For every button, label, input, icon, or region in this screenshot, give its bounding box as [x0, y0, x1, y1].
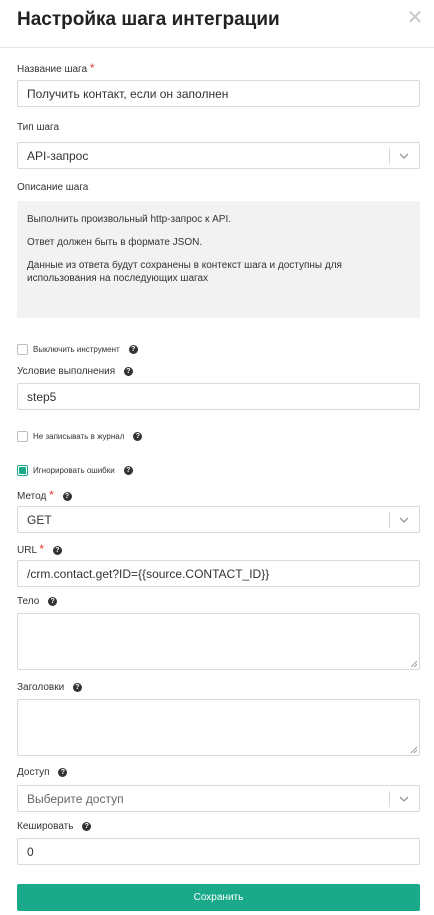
disable-tool-row: Выключить инструмент ?: [17, 344, 138, 355]
cache-value: 0: [27, 844, 34, 859]
dialog-header: Настройка шага интеграции ✕: [0, 0, 434, 48]
cache-label-text: Кешировать: [17, 821, 74, 832]
exec-condition-label-text: Условие выполнения: [17, 366, 116, 377]
help-icon[interactable]: ?: [58, 767, 68, 777]
step-type-label: Тип шага: [17, 122, 60, 133]
access-label: Доступ ?: [17, 767, 68, 778]
cache-input[interactable]: 0: [17, 838, 420, 865]
access-placeholder: Выберите доступ: [27, 791, 124, 806]
no-log-checkbox[interactable]: [17, 431, 28, 442]
chevron-down-icon: [399, 153, 409, 159]
step-type-select[interactable]: API-запрос: [17, 142, 420, 169]
url-label: URL * ?: [17, 542, 62, 556]
step-name-label-text: Название шага: [17, 64, 88, 75]
help-icon[interactable]: ?: [123, 366, 133, 376]
help-icon[interactable]: ?: [48, 596, 58, 606]
required-mark: *: [49, 488, 54, 502]
disable-tool-label: Выключить инструмент: [33, 345, 120, 354]
step-name-input[interactable]: Получить контакт, если он заполнен: [17, 80, 420, 107]
chevron-down-icon: [399, 796, 409, 802]
access-select[interactable]: Выберите доступ: [17, 785, 420, 812]
exec-condition-label: Условие выполнения ?: [17, 366, 133, 377]
body-textarea[interactable]: [17, 613, 420, 670]
save-button[interactable]: Сохранить: [17, 884, 420, 911]
access-label-text: Доступ: [17, 767, 50, 778]
help-icon[interactable]: ?: [52, 545, 62, 555]
url-value: /crm.contact.get?ID={{source.CONTACT_ID}…: [27, 566, 270, 581]
step-name-value: Получить контакт, если он заполнен: [27, 86, 229, 101]
chevron-down-icon: [399, 517, 409, 523]
dialog-title: Настройка шага интеграции: [17, 9, 280, 30]
resize-grip-icon[interactable]: [410, 660, 417, 667]
cache-label: Кешировать ?: [17, 821, 92, 832]
disable-tool-checkbox[interactable]: [17, 344, 28, 355]
headers-textarea[interactable]: [17, 699, 420, 756]
resize-grip-icon[interactable]: [410, 746, 417, 753]
required-mark: *: [89, 61, 95, 75]
step-description-box: Выполнить произвольный http-запрос к API…: [17, 201, 420, 318]
select-divider: [389, 512, 390, 528]
required-mark: *: [39, 542, 45, 556]
exec-condition-value: step5: [27, 389, 57, 404]
description-line: Выполнить произвольный http-запрос к API…: [27, 214, 232, 225]
help-icon[interactable]: ?: [72, 682, 82, 692]
ignore-errors-label: Игнорировать ошибки: [33, 466, 115, 475]
close-icon[interactable]: ✕: [405, 8, 425, 28]
help-icon[interactable]: ?: [82, 821, 92, 831]
select-divider: [389, 148, 390, 164]
description-line: Данные из ответа будут сохранены в конте…: [27, 260, 342, 284]
help-icon[interactable]: ?: [128, 345, 138, 354]
headers-label-text: Заголовки: [17, 682, 65, 693]
body-label-text: Тело: [17, 596, 40, 607]
no-log-label: Не записывать в журнал: [33, 432, 125, 441]
ignore-errors-checkbox[interactable]: [17, 465, 28, 476]
exec-condition-input[interactable]: step5: [17, 383, 420, 410]
step-type-value: API-запрос: [27, 148, 89, 163]
no-log-row: Не записывать в журнал ?: [17, 431, 143, 442]
ignore-errors-row: Игнорировать ошибки ?: [17, 465, 133, 476]
select-divider: [389, 791, 390, 807]
step-name-label: Название шага *: [17, 61, 95, 75]
help-icon[interactable]: ?: [133, 432, 143, 441]
step-description-label: Описание шага: [17, 182, 89, 193]
help-icon[interactable]: ?: [62, 491, 72, 501]
headers-label: Заголовки ?: [17, 682, 82, 693]
method-select[interactable]: GET: [17, 506, 420, 533]
method-label-text: Метод: [17, 491, 47, 502]
description-line: Ответ должен быть в формате JSON.: [27, 237, 203, 248]
url-input[interactable]: /crm.contact.get?ID={{source.CONTACT_ID}…: [17, 560, 420, 587]
body-label: Тело ?: [17, 596, 58, 607]
help-icon[interactable]: ?: [123, 466, 133, 475]
method-value: GET: [27, 512, 52, 527]
url-label-text: URL: [17, 545, 37, 556]
checkbox-check-icon: [19, 467, 26, 474]
method-label: Метод * ?: [17, 488, 72, 502]
